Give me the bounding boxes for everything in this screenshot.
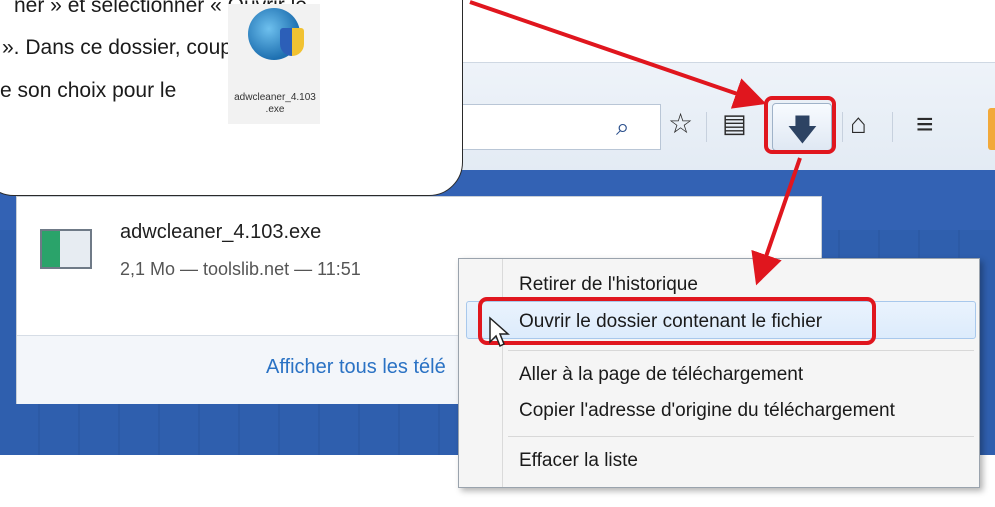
arrow-to-context-menu: [751, 157, 802, 286]
annotation-arrows: [469, 0, 802, 286]
arrow-to-download-button: [469, 0, 767, 109]
